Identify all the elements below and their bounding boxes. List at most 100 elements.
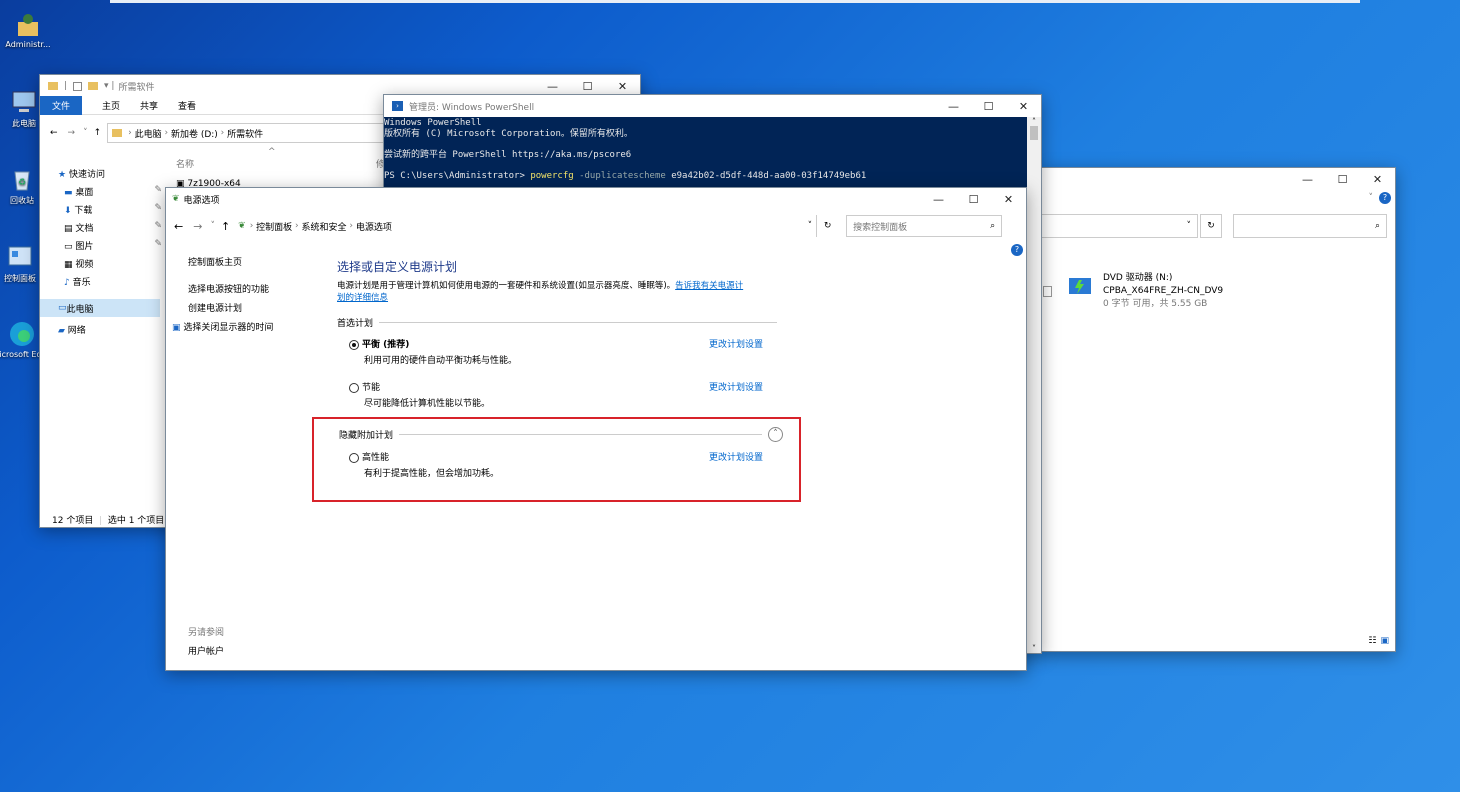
nav-item-network[interactable]: ▰ 网络 <box>58 323 162 341</box>
control-panel-icon: ❦ <box>238 221 246 231</box>
address-bar[interactable]: ❦ › 控制面板 › 系统和安全 › 电源选项 ˅ <box>236 215 816 237</box>
nav-quick-access[interactable]: ★ 快速访问 <box>58 167 162 185</box>
checkbox[interactable] <box>1043 286 1052 297</box>
chevron-down-icon[interactable]: ˅ <box>1369 193 1374 203</box>
powershell-icon: › <box>392 101 403 111</box>
address-bar[interactable]: ˅ <box>1040 214 1198 238</box>
minimize-button[interactable]: — <box>936 95 971 117</box>
preferred-plans-heading: 首选计划 <box>337 319 374 329</box>
nav-item-music[interactable]: ♪ 音乐 <box>58 275 162 293</box>
breadcrumb-item[interactable]: 控制面板 <box>256 220 292 233</box>
column-header-name[interactable]: 名称 <box>176 157 194 170</box>
close-button[interactable]: ✕ <box>1360 168 1395 190</box>
change-plan-settings-link[interactable]: 更改计划设置 <box>709 450 763 463</box>
back-icon[interactable]: ← <box>174 220 183 233</box>
page-title: 选择或自定义电源计划 <box>337 260 458 274</box>
minimize-button[interactable]: — <box>1290 168 1325 190</box>
search-placeholder: 搜索控制面板 <box>853 222 908 233</box>
desktop-icon-admin[interactable]: Administr... <box>0 10 56 49</box>
radio-button[interactable] <box>349 382 359 393</box>
tiles-view-icon[interactable]: ▣ <box>1380 636 1389 646</box>
picture-icon: ▭ <box>64 242 76 252</box>
breadcrumb-item[interactable]: 所需软件 <box>227 127 263 140</box>
change-plan-settings-link[interactable]: 更改计划设置 <box>709 337 763 350</box>
maximize-button[interactable]: ☐ <box>1325 168 1360 190</box>
status-selected: 选中 1 个项目 <box>107 516 165 526</box>
refresh-button[interactable]: ↻ <box>816 215 838 237</box>
up-icon[interactable]: ↑ <box>94 128 102 138</box>
plan-high-performance[interactable]: 高性能 <box>349 450 389 463</box>
details-view-icon[interactable]: ☷ <box>1368 636 1376 646</box>
nav-item-videos[interactable]: ▦ 视频 <box>58 257 162 275</box>
drive-label: CPBA_X64FRE_ZH-CN_DV9 <box>1103 286 1224 296</box>
tab-share[interactable]: 共享 <box>130 99 168 112</box>
nav-label: 视频 <box>75 260 94 270</box>
radio-button[interactable] <box>349 339 359 350</box>
search-input[interactable]: ⌕ <box>1233 214 1387 238</box>
breadcrumb-item[interactable]: 系统和安全 <box>302 220 347 233</box>
scrollbar[interactable]: ˄ ˅ <box>1027 117 1041 653</box>
pin-icon: ✎ <box>154 185 162 195</box>
close-button[interactable]: ✕ <box>1006 95 1041 117</box>
chevron-down-icon[interactable]: ˅ <box>83 128 88 138</box>
plan-power-saver[interactable]: 节能 <box>349 380 380 393</box>
nav-item-documents[interactable]: ▤ 文档 ✎ <box>58 221 162 239</box>
change-plan-settings-link[interactable]: 更改计划设置 <box>709 380 763 393</box>
breadcrumb-item[interactable]: 电源选项 <box>356 220 392 233</box>
window-title: 管理员: Windows PowerShell <box>409 102 535 113</box>
collapse-chevron-icon[interactable]: ˄ <box>768 427 783 442</box>
plan-balanced[interactable]: 平衡 (推荐) <box>349 337 409 350</box>
breadcrumb-item[interactable]: 此电脑 <box>135 127 162 140</box>
back-icon[interactable]: ← <box>50 128 58 138</box>
console-output[interactable]: Windows PowerShell 版权所有 (C) Microsoft Co… <box>384 118 1027 181</box>
checkbox-icon[interactable] <box>73 81 83 91</box>
desktop-label: Administr... <box>5 40 51 49</box>
nav-label: 下载 <box>74 206 93 216</box>
dvd-drive-icon <box>1067 272 1093 298</box>
display-off-link[interactable]: ▣ 选择关闭显示器的时间 <box>172 320 273 333</box>
up-icon[interactable]: ↑ <box>221 220 230 233</box>
chevron-down-icon[interactable]: ˅ <box>808 221 813 231</box>
nav-item-desktop[interactable]: ▬ 桌面 ✎ <box>58 185 162 203</box>
maximize-button[interactable]: ☐ <box>956 188 991 210</box>
breadcrumb-item[interactable]: 新加卷 (D:) <box>171 127 218 140</box>
see-also-heading: 另请参阅 <box>188 628 225 638</box>
help-icon[interactable]: ? <box>1379 192 1391 204</box>
create-plan-link[interactable]: 创建电源计划 <box>188 301 242 314</box>
user-accounts-link[interactable]: 用户帐户 <box>188 644 224 657</box>
tab-home[interactable]: 主页 <box>92 99 130 112</box>
video-icon: ▦ <box>64 260 76 270</box>
network-icon: ▰ <box>58 326 68 336</box>
learn-more-link[interactable]: 告诉我有关电源计 <box>675 281 743 291</box>
nav-item-downloads[interactable]: ⬇ 下载 ✎ <box>58 203 162 221</box>
dvd-drive-item[interactable]: DVD 驱动器 (N:) CPBA_X64FRE_ZH-CN_DV9 0 字节 … <box>1067 272 1223 311</box>
plan-description: 尽可能降低计算机性能以节能。 <box>364 399 491 409</box>
close-button[interactable]: ✕ <box>991 188 1026 210</box>
status-count: 12 个项目 <box>52 516 94 526</box>
tab-file[interactable]: 文件 <box>40 96 83 115</box>
forward-icon[interactable]: → <box>193 220 202 233</box>
learn-more-link[interactable]: 划的详细信息 <box>337 293 388 303</box>
window-title: 电源选项 <box>183 195 220 206</box>
minimize-button[interactable]: — <box>921 188 956 210</box>
radio-button[interactable] <box>349 452 359 463</box>
document-icon: ▤ <box>64 224 76 234</box>
control-panel-home-link[interactable]: 控制面板主页 <box>188 255 242 268</box>
forward-icon[interactable]: → <box>68 128 76 138</box>
nav-item-this-pc[interactable]: ▭ 此电脑 <box>40 299 160 317</box>
search-input[interactable]: 搜索控制面板 ⌕ <box>846 215 1003 237</box>
power-button-link[interactable]: 选择电源按钮的功能 <box>188 282 269 295</box>
help-icon[interactable]: ? <box>1011 244 1023 256</box>
refresh-button[interactable]: ↻ <box>1200 214 1222 238</box>
hidden-plans-header[interactable]: 隐藏附加计划 ˄ <box>339 427 783 442</box>
maximize-button[interactable]: ☐ <box>971 95 1006 117</box>
nav-label: 图片 <box>75 242 94 252</box>
address-bar[interactable]: › 此电脑 › 新加卷 (D:) › 所需软件 <box>107 123 388 143</box>
control-panel-icon <box>6 243 34 271</box>
chevron-down-icon[interactable]: ˅ <box>210 221 215 231</box>
status-bar: 12 个项目 | 选中 1 个项目 <box>52 516 165 526</box>
nav-item-pictures[interactable]: ▭ 图片 ✎ <box>58 239 162 257</box>
search-icon: ⌕ <box>990 221 996 231</box>
tab-view[interactable]: 查看 <box>168 99 206 112</box>
search-icon: ⌕ <box>1374 221 1380 231</box>
